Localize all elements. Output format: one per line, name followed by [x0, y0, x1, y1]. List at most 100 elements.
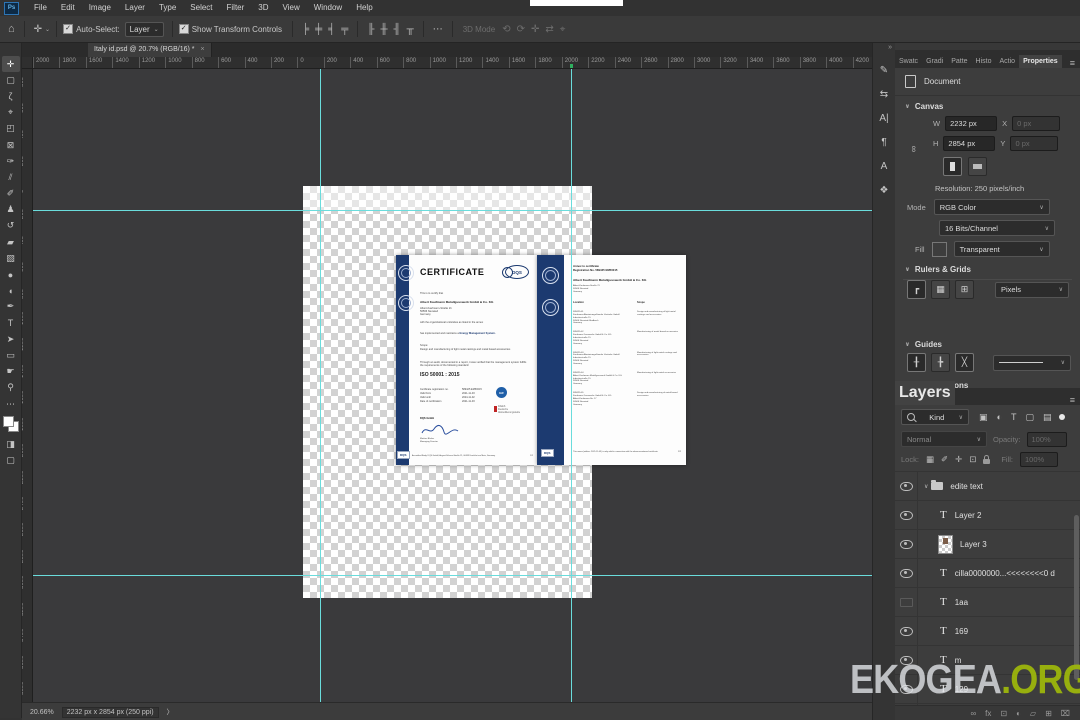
tool-button[interactable]: ☛ — [2, 364, 20, 380]
fill-select[interactable]: Transparent ∨ — [953, 241, 1050, 257]
eye-cell[interactable] — [895, 588, 918, 616]
lock-option-icon[interactable]: ✛ — [955, 454, 962, 465]
photoshop-logo-icon[interactable]: Ps — [4, 1, 19, 15]
tool-button[interactable]: ✛ — [1, 56, 20, 73]
filter-toggle-icon[interactable] — [1059, 414, 1066, 420]
tool-button[interactable]: ● — [2, 266, 20, 282]
foreground-color-swatch[interactable] — [2, 416, 14, 428]
dock-panel-icon[interactable]: ¶ — [875, 130, 893, 154]
eye-cell[interactable] — [895, 559, 918, 587]
tool-button[interactable]: ⊠ — [2, 137, 20, 153]
lock-option-icon[interactable]: ✐ — [941, 454, 948, 465]
tool-button[interactable]: ✑ — [2, 153, 20, 169]
layer-name[interactable]: Layer 3 — [960, 540, 987, 549]
certificate-page-1[interactable]: DQS CERTIFICATE DQS This is to certify t… — [396, 255, 537, 465]
layer-row[interactable]: Layer 3 — [895, 530, 1080, 559]
distribute-icon[interactable]: ╫ — [377, 24, 390, 35]
distribute-icon[interactable]: ╟ — [364, 24, 377, 35]
chevron-down-icon[interactable]: ⌄ — [45, 26, 50, 33]
dock-panel-icon[interactable]: ⇆ — [875, 82, 893, 106]
layer-filter-icon[interactable]: ▤ — [1043, 412, 1052, 423]
tool-button[interactable]: ✒ — [2, 299, 20, 315]
layer-filter-kind-select[interactable]: Kind ∨ — [901, 409, 969, 425]
panel-tab[interactable]: Properties — [1019, 55, 1062, 68]
tool-button[interactable]: ζ — [2, 88, 20, 104]
ruler-toggle-button[interactable]: ┏ — [907, 280, 926, 299]
fill-swatch[interactable] — [931, 241, 947, 257]
auto-select-checkbox[interactable]: ✓ — [63, 24, 74, 34]
menu-item[interactable]: Select — [183, 3, 219, 12]
align-icon[interactable]: ╞ — [299, 24, 312, 35]
panel-tab[interactable]: Histo — [972, 55, 996, 68]
close-tab-icon[interactable]: × — [200, 46, 204, 53]
chevron-down-icon[interactable]: ∨ — [905, 341, 910, 348]
layers-action-icon[interactable]: ⌧ — [1061, 709, 1070, 718]
eye-cell[interactable] — [895, 530, 918, 558]
menu-item[interactable]: Window — [307, 3, 349, 12]
chevron-down-icon[interactable]: ∨ — [905, 266, 910, 273]
chevron-down-icon[interactable]: ∨ — [924, 483, 928, 490]
menu-item[interactable]: Edit — [54, 3, 82, 12]
layers-tab[interactable]: Layers — [895, 381, 955, 405]
tool-button[interactable]: ⚲ — [2, 380, 20, 396]
home-icon[interactable]: ⌂ — [5, 23, 18, 35]
eye-icon[interactable] — [899, 539, 913, 549]
tool-button[interactable]: T — [2, 315, 20, 331]
layer-name[interactable]: cilla0000000...<<<<<<<<0 d — [955, 569, 1055, 578]
chevron-down-icon[interactable]: ∨ — [905, 103, 910, 110]
tool-button[interactable]: ◖ — [2, 283, 20, 299]
layers-action-icon[interactable]: fx — [985, 709, 991, 718]
align-icon[interactable]: ╪ — [312, 24, 325, 35]
dock-panel-icon[interactable]: ❖ — [875, 178, 893, 202]
layers-action-icon[interactable]: ⊞ — [1045, 709, 1052, 718]
menu-item[interactable]: 3D — [251, 3, 275, 12]
tool-button[interactable]: ⌖ — [2, 105, 20, 121]
eye-cell[interactable] — [895, 472, 918, 500]
layer-name[interactable]: edite text — [950, 482, 982, 491]
layer-row[interactable]: ∨ edite text — [895, 472, 1080, 501]
tool-button[interactable]: ↺ — [2, 218, 20, 234]
layer-row[interactable]: T Layer 2 — [895, 501, 1080, 530]
layer-name[interactable]: Layer 2 — [955, 511, 982, 520]
eye-icon[interactable] — [899, 626, 913, 636]
eye-cell[interactable] — [895, 501, 918, 529]
new-guide-button[interactable]: ╂ — [907, 353, 926, 372]
layer-thumbnail[interactable] — [938, 534, 953, 554]
panel-tab[interactable]: Gradi — [922, 55, 947, 68]
width-field[interactable]: 2232 px — [945, 116, 998, 131]
layer-row[interactable]: T 169 — [895, 617, 1080, 646]
dock-panel-icon[interactable]: ✎ — [875, 58, 893, 82]
distribute-icon[interactable]: ╥ — [404, 24, 417, 35]
layer-name[interactable]: 169 — [955, 627, 968, 636]
tool-button[interactable]: ▭ — [2, 347, 20, 363]
lock-all-icon[interactable] — [983, 454, 991, 464]
clear-guides-button[interactable]: ╳ — [955, 353, 974, 372]
panel-tab[interactable]: Swatc — [895, 55, 922, 68]
menu-item[interactable]: View — [276, 3, 307, 12]
tool-button[interactable]: ▧ — [2, 250, 20, 266]
layer-row[interactable]: T cilla0000000...<<<<<<<<0 d — [895, 559, 1080, 588]
vertical-guide[interactable] — [320, 68, 321, 702]
dock-panel-icon[interactable]: A — [875, 154, 893, 178]
tool-button[interactable]: ✐ — [2, 186, 20, 202]
portrait-orientation-button[interactable] — [943, 157, 962, 176]
screen-mode-button[interactable]: ▢ — [2, 452, 20, 468]
eye-cell[interactable] — [895, 617, 918, 645]
tool-button[interactable]: ◰ — [2, 121, 20, 137]
layer-row[interactable]: T 1aa — [895, 588, 1080, 617]
bit-depth-select[interactable]: 16 Bits/Channel ∨ — [939, 220, 1055, 236]
layers-action-icon[interactable]: ∞ — [970, 709, 976, 718]
horizontal-ruler[interactable]: 2000 1800 1600 1400 1200 1000 800 600 400 200 0 200… — [22, 57, 872, 69]
align-icon[interactable]: ╤ — [338, 24, 351, 35]
move-tool-icon[interactable]: ✛ — [31, 24, 45, 35]
status-arrow-icon[interactable]: 〉 — [167, 707, 174, 717]
lock-option-icon[interactable]: ▦ — [926, 454, 934, 465]
show-transform-checkbox[interactable]: ✓ — [178, 24, 189, 34]
grid-toggle-button[interactable]: ▦ — [931, 280, 950, 299]
horizontal-guide[interactable] — [32, 210, 872, 211]
pixel-grid-button[interactable]: ⊞ — [955, 280, 974, 299]
eye-icon[interactable] — [899, 481, 913, 491]
menu-item[interactable]: Filter — [220, 3, 252, 12]
layers-action-icon[interactable]: ▱ — [1030, 709, 1036, 718]
layer-filter-icon[interactable]: T — [1011, 412, 1017, 423]
